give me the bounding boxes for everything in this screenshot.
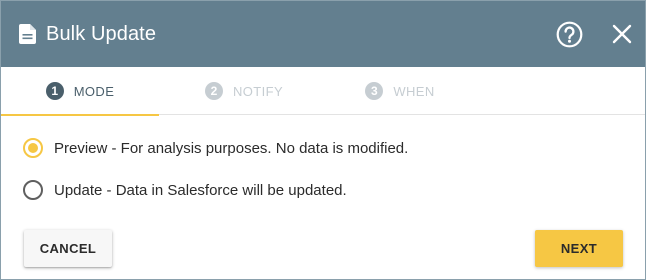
tab-notify[interactable]: 2 NOTIFY [165, 67, 323, 115]
step-tabs: 1 MODE 2 NOTIFY 3 WHEN [1, 67, 645, 116]
step-number-badge: 3 [365, 82, 384, 100]
help-circle-icon[interactable] [556, 21, 583, 48]
option-label: Preview - For analysis purposes. No data… [54, 139, 409, 157]
next-button[interactable]: NEXT [535, 230, 623, 267]
tab-label: NOTIFY [232, 83, 284, 99]
update-radio[interactable] [23, 180, 43, 200]
step-number-badge: 1 [45, 82, 64, 100]
tab-when[interactable]: 3 WHEN [321, 67, 479, 115]
tab-label: WHEN [393, 83, 435, 99]
cancel-button[interactable]: CANCEL [24, 230, 112, 267]
dialog-header: Bulk Update [1, 1, 645, 67]
bulk-update-dialog: Bulk Update 1 MODE 2 NOTIFY 3 WHEN Previ… [0, 0, 646, 280]
option-preview[interactable]: Preview - For analysis purposes. No data… [23, 138, 408, 158]
option-update[interactable]: Update - Data in Salesforce will be upda… [23, 180, 347, 200]
document-icon [19, 24, 36, 44]
option-label: Update - Data in Salesforce will be upda… [54, 181, 347, 199]
close-icon[interactable] [610, 22, 634, 46]
preview-radio[interactable] [23, 138, 43, 158]
step-number-badge: 2 [204, 82, 223, 100]
tab-label: MODE [73, 83, 115, 99]
dialog-title: Bulk Update [46, 23, 157, 45]
active-tab-indicator [1, 114, 159, 116]
tab-mode[interactable]: 1 MODE [1, 67, 159, 116]
